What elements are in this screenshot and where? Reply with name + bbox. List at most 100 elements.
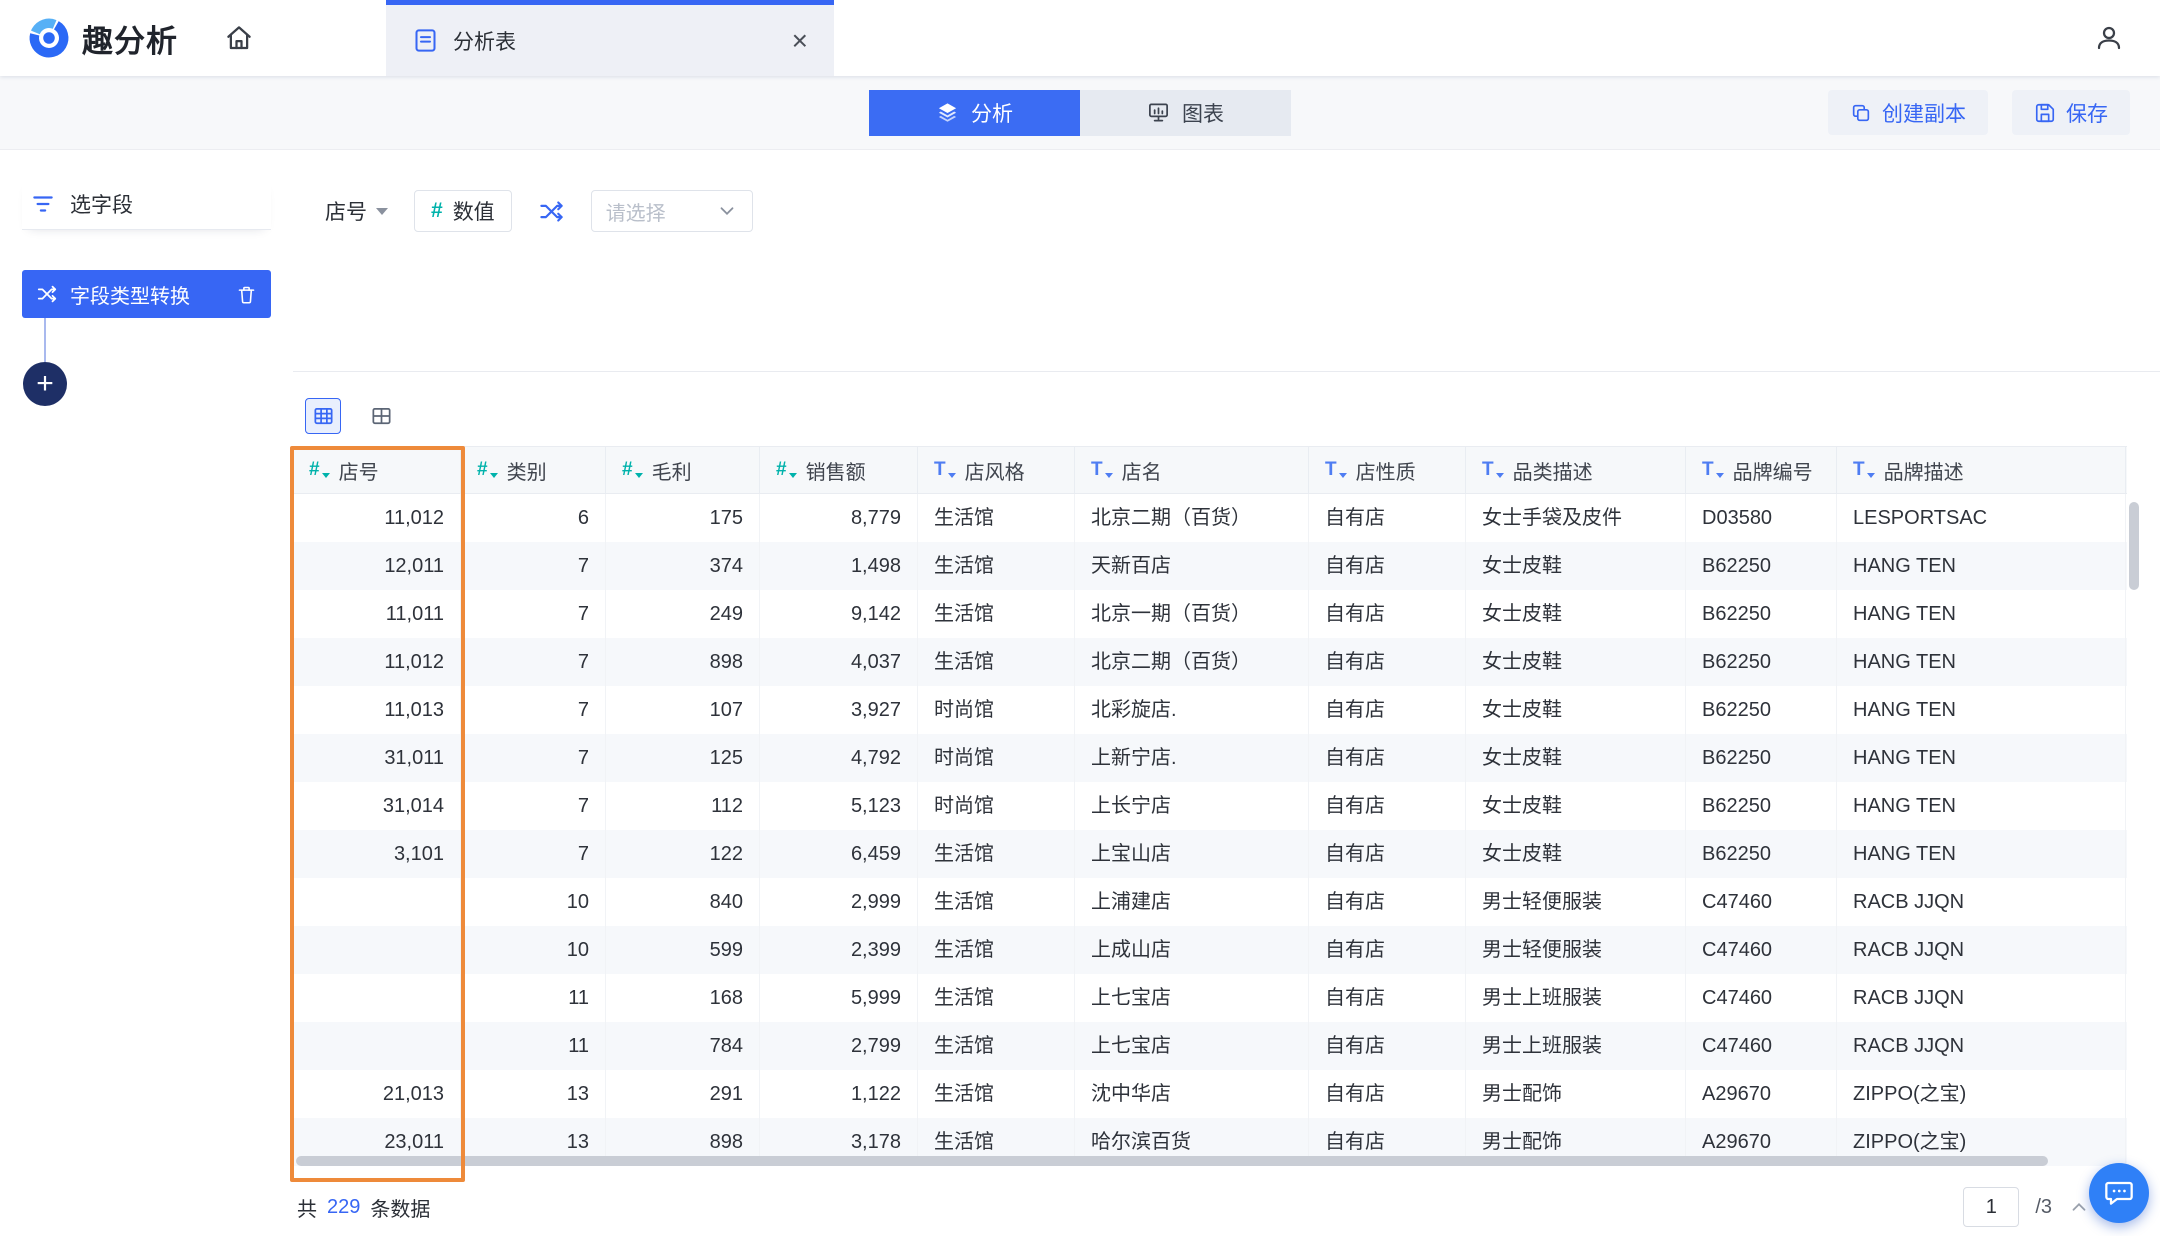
- table-cell: 上宝山店: [1075, 830, 1309, 878]
- table-cell: 生活馆: [918, 590, 1075, 638]
- column-header[interactable]: #毛利: [606, 447, 760, 493]
- table-cell: 女士皮鞋: [1466, 686, 1686, 734]
- table-cell: HANG TEN: [1837, 590, 2126, 638]
- tab-analysis[interactable]: 分析: [869, 90, 1080, 136]
- trash-icon[interactable]: [236, 284, 257, 305]
- table-cell: 自有店: [1309, 830, 1466, 878]
- sort-arrow-icon: [1716, 473, 1724, 478]
- filter-icon: [30, 191, 56, 217]
- table-cell: RACB JJQN: [1837, 926, 2126, 974]
- table-cell: 生活馆: [918, 926, 1075, 974]
- table-view-button[interactable]: [305, 398, 341, 434]
- chat-fab-button[interactable]: [2089, 1163, 2149, 1223]
- table-cell: 291: [606, 1070, 760, 1118]
- sidebar: 选字段 字段类型转换 +: [0, 150, 293, 1236]
- table-cell: 男士轻便服装: [1466, 926, 1686, 974]
- table-cell: 125: [606, 734, 760, 782]
- tab-close-icon[interactable]: ×: [792, 27, 808, 55]
- table-cell: 10: [461, 878, 606, 926]
- table-footer: 共 229 条数据 /3: [293, 1178, 2160, 1236]
- column-header[interactable]: T店名: [1075, 447, 1309, 493]
- table-row[interactable]: 11,01261758,779生活馆北京二期（百货）自有店女士手袋及皮件D035…: [293, 494, 2127, 542]
- table-cell: 784: [606, 1022, 760, 1070]
- column-header-label: 店风格: [965, 456, 1025, 485]
- text-type-icon: T: [1482, 459, 1504, 481]
- column-header[interactable]: T品类描述: [1466, 447, 1686, 493]
- tab-analysis-table[interactable]: 分析表 ×: [386, 0, 834, 76]
- total-prefix: 共: [297, 1193, 317, 1222]
- table-row[interactable]: 11,01172499,142生活馆北京一期（百货）自有店女士皮鞋B62250H…: [293, 590, 2127, 638]
- target-type-select[interactable]: 请选择: [591, 190, 753, 232]
- column-header[interactable]: #店号: [293, 447, 461, 493]
- table-row[interactable]: 3,10171226,459生活馆上宝山店自有店女士皮鞋B62250HANG T…: [293, 830, 2127, 878]
- table-cell: 9,142: [760, 590, 918, 638]
- table-cell: RACB JJQN: [1837, 974, 2126, 1022]
- topbar: 趣分析 分析表 ×: [0, 0, 2160, 76]
- table-cell: 北京一期（百货）: [1075, 590, 1309, 638]
- numeric-type-chip[interactable]: # 数值: [414, 190, 512, 232]
- sidebar-item-field-type-convert[interactable]: 字段类型转换: [22, 270, 271, 318]
- table-cell: 11,012: [293, 638, 461, 686]
- column-header[interactable]: #类别: [461, 447, 606, 493]
- create-copy-button[interactable]: 创建副本: [1828, 90, 1988, 135]
- table-cell: 生活馆: [918, 830, 1075, 878]
- table-cell: 女士皮鞋: [1466, 734, 1686, 782]
- column-header[interactable]: #销售额: [760, 447, 918, 493]
- table-cell: 7: [461, 830, 606, 878]
- table-row[interactable]: 12,01173741,498生活馆天新百店自有店女士皮鞋B62250HANG …: [293, 542, 2127, 590]
- numeric-hash-icon: #: [431, 199, 443, 223]
- table-cell: 女士皮鞋: [1466, 638, 1686, 686]
- column-header[interactable]: T品牌编号: [1686, 447, 1837, 493]
- table-row[interactable]: 108402,999生活馆上浦建店自有店男士轻便服装C47460RACB JJQ…: [293, 878, 2127, 926]
- table-row[interactable]: 117842,799生活馆上七宝店自有店男士上班服装C47460RACB JJQ…: [293, 1022, 2127, 1070]
- add-step-button[interactable]: +: [23, 362, 67, 406]
- table-cell: 自有店: [1309, 974, 1466, 1022]
- table-row[interactable]: 31,01471125,123时尚馆上长宁店自有店女士皮鞋B62250HANG …: [293, 782, 2127, 830]
- table-cell: 自有店: [1309, 1022, 1466, 1070]
- field-selector[interactable]: 店号: [325, 196, 388, 226]
- total-count[interactable]: 229: [327, 1196, 360, 1219]
- column-header[interactable]: T店风格: [918, 447, 1075, 493]
- horizontal-scrollbar[interactable]: [296, 1156, 2048, 1166]
- table-cell: 自有店: [1309, 686, 1466, 734]
- user-icon[interactable]: [2094, 23, 2124, 53]
- table-cell: LESPORTSAC: [1837, 494, 2126, 542]
- copy-icon: [1850, 102, 1872, 124]
- table-cell: 天新百店: [1075, 542, 1309, 590]
- page-number-input[interactable]: [1963, 1187, 2019, 1227]
- table-cell: 上浦建店: [1075, 878, 1309, 926]
- vertical-scrollbar[interactable]: [2129, 502, 2139, 590]
- table-row[interactable]: 11,01371073,927时尚馆北彩旋店.自有店女士皮鞋B62250HANG…: [293, 686, 2127, 734]
- column-header[interactable]: T品牌描述: [1837, 447, 2126, 493]
- table-cell: 生活馆: [918, 542, 1075, 590]
- table-cell: 11,011: [293, 590, 461, 638]
- table-row[interactable]: 21,013132911,122生活馆沈中华店自有店男士配饰A29670ZIPP…: [293, 1070, 2127, 1118]
- grid-view-button[interactable]: [363, 398, 399, 434]
- convert-shuffle-icon[interactable]: [538, 198, 565, 225]
- table-row[interactable]: 11,01278984,037生活馆北京二期（百货）自有店女士皮鞋B62250H…: [293, 638, 2127, 686]
- table-cell: 女士手袋及皮件: [1466, 494, 1686, 542]
- table-cell: 107: [606, 686, 760, 734]
- table-row[interactable]: 31,01171254,792时尚馆上新宁店.自有店女士皮鞋B62250HANG…: [293, 734, 2127, 782]
- table-cell: HANG TEN: [1837, 734, 2126, 782]
- table-cell: 4,037: [760, 638, 918, 686]
- shuffle-icon: [36, 283, 58, 305]
- home-icon[interactable]: [224, 0, 254, 76]
- table-cell: 1,122: [760, 1070, 918, 1118]
- table-cell: 11: [461, 1022, 606, 1070]
- text-type-icon: T: [1091, 459, 1113, 481]
- table-row[interactable]: 111685,999生活馆上七宝店自有店男士上班服装C47460RACB JJQ…: [293, 974, 2127, 1022]
- table-cell: 898: [606, 638, 760, 686]
- tab-chart[interactable]: 图表: [1080, 90, 1291, 136]
- table-cell: B62250: [1686, 542, 1837, 590]
- table-cell: 上新宁店.: [1075, 734, 1309, 782]
- toolbar: 分析 图表 创建副本: [0, 76, 2160, 150]
- column-header[interactable]: T店性质: [1309, 447, 1466, 493]
- table-row[interactable]: 105992,399生活馆上成山店自有店男士轻便服装C47460RACB JJQ…: [293, 926, 2127, 974]
- data-table: #店号#类别#毛利#销售额T店风格T店名T店性质T品类描述T品牌编号T品牌描述 …: [293, 446, 2127, 1166]
- chevron-up-icon[interactable]: [2068, 1196, 2090, 1218]
- save-button[interactable]: 保存: [2012, 90, 2130, 135]
- sidebar-item-select-field[interactable]: 选字段: [22, 179, 271, 230]
- sort-arrow-icon: [789, 473, 797, 478]
- table-cell: HANG TEN: [1837, 542, 2126, 590]
